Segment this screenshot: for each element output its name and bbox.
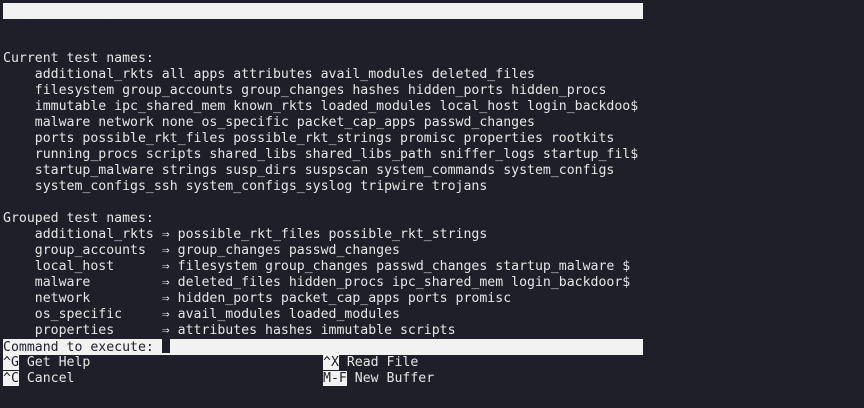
grouped-tests-line: local_host ⇒ filesystem group_changes pa… bbox=[3, 259, 631, 274]
current-tests-line: system_configs_ssh system_configs_syslog… bbox=[3, 179, 488, 194]
grouped-tests-line: group_accounts ⇒ group_changes passwd_ch… bbox=[3, 243, 400, 258]
shortcut-new-buffer[interactable]: M-F New Buffer bbox=[323, 371, 434, 387]
terminal-window: GNU nano 2.9.3 /root/report.txt Current … bbox=[0, 0, 864, 408]
shortcut-label: Cancel bbox=[18, 371, 75, 386]
shortcut-cancel[interactable]: ^C Cancel bbox=[3, 371, 74, 387]
shortcut-label: New Buffer bbox=[346, 371, 435, 386]
shortcut-key: ^G bbox=[3, 355, 19, 370]
command-prompt-bar[interactable]: Command to execute: bbox=[3, 339, 643, 355]
grouped-tests-line: additional_rkts ⇒ possible_rkt_files pos… bbox=[3, 227, 488, 242]
current-tests-heading: Current test names: bbox=[3, 51, 154, 66]
command-prompt-label: Command to execute: bbox=[3, 340, 162, 355]
shortcut-read-file[interactable]: ^X Read File bbox=[323, 355, 418, 371]
grouped-tests-line: os_specific ⇒ avail_modules loaded_modul… bbox=[3, 307, 400, 322]
file-path: /root/report.txt bbox=[283, 35, 411, 50]
current-tests-line: additional_rkts all apps attributes avai… bbox=[3, 67, 535, 82]
grouped-tests-line: network ⇒ hidden_ports packet_cap_apps p… bbox=[3, 291, 512, 306]
grouped-tests-line: properties ⇒ attributes hashes immutable… bbox=[3, 323, 456, 338]
current-tests-line: malware network none os_specific packet_… bbox=[3, 115, 535, 130]
shortcut-label: Get Help bbox=[18, 355, 91, 370]
current-tests-line: ports possible_rkt_files possible_rkt_st… bbox=[3, 131, 615, 146]
shortcut-key: ^C bbox=[3, 371, 19, 386]
text-cursor[interactable] bbox=[161, 339, 170, 353]
current-tests-line: filesystem group_accounts group_changes … bbox=[3, 83, 607, 98]
shortcut-label: Read File bbox=[338, 355, 419, 370]
shortcut-get-help[interactable]: ^G Get Help bbox=[3, 355, 90, 371]
grouped-tests-line: malware ⇒ deleted_files hidden_procs ipc… bbox=[3, 275, 631, 290]
nano-title-bar: GNU nano 2.9.3 /root/report.txt bbox=[3, 3, 643, 50]
shortcut-key: ^X bbox=[323, 355, 339, 370]
current-tests-line: startup_malware strings susp_dirs suspsc… bbox=[3, 163, 615, 178]
grouped-tests-heading: Grouped test names: bbox=[3, 211, 154, 226]
editor-version: GNU nano 2.9.3 bbox=[19, 19, 131, 34]
current-tests-line: running_procs scripts shared_libs shared… bbox=[3, 147, 639, 162]
shortcut-key: M-F bbox=[323, 371, 347, 386]
current-tests-line: immutable ipc_shared_mem known_rkts load… bbox=[3, 99, 639, 114]
